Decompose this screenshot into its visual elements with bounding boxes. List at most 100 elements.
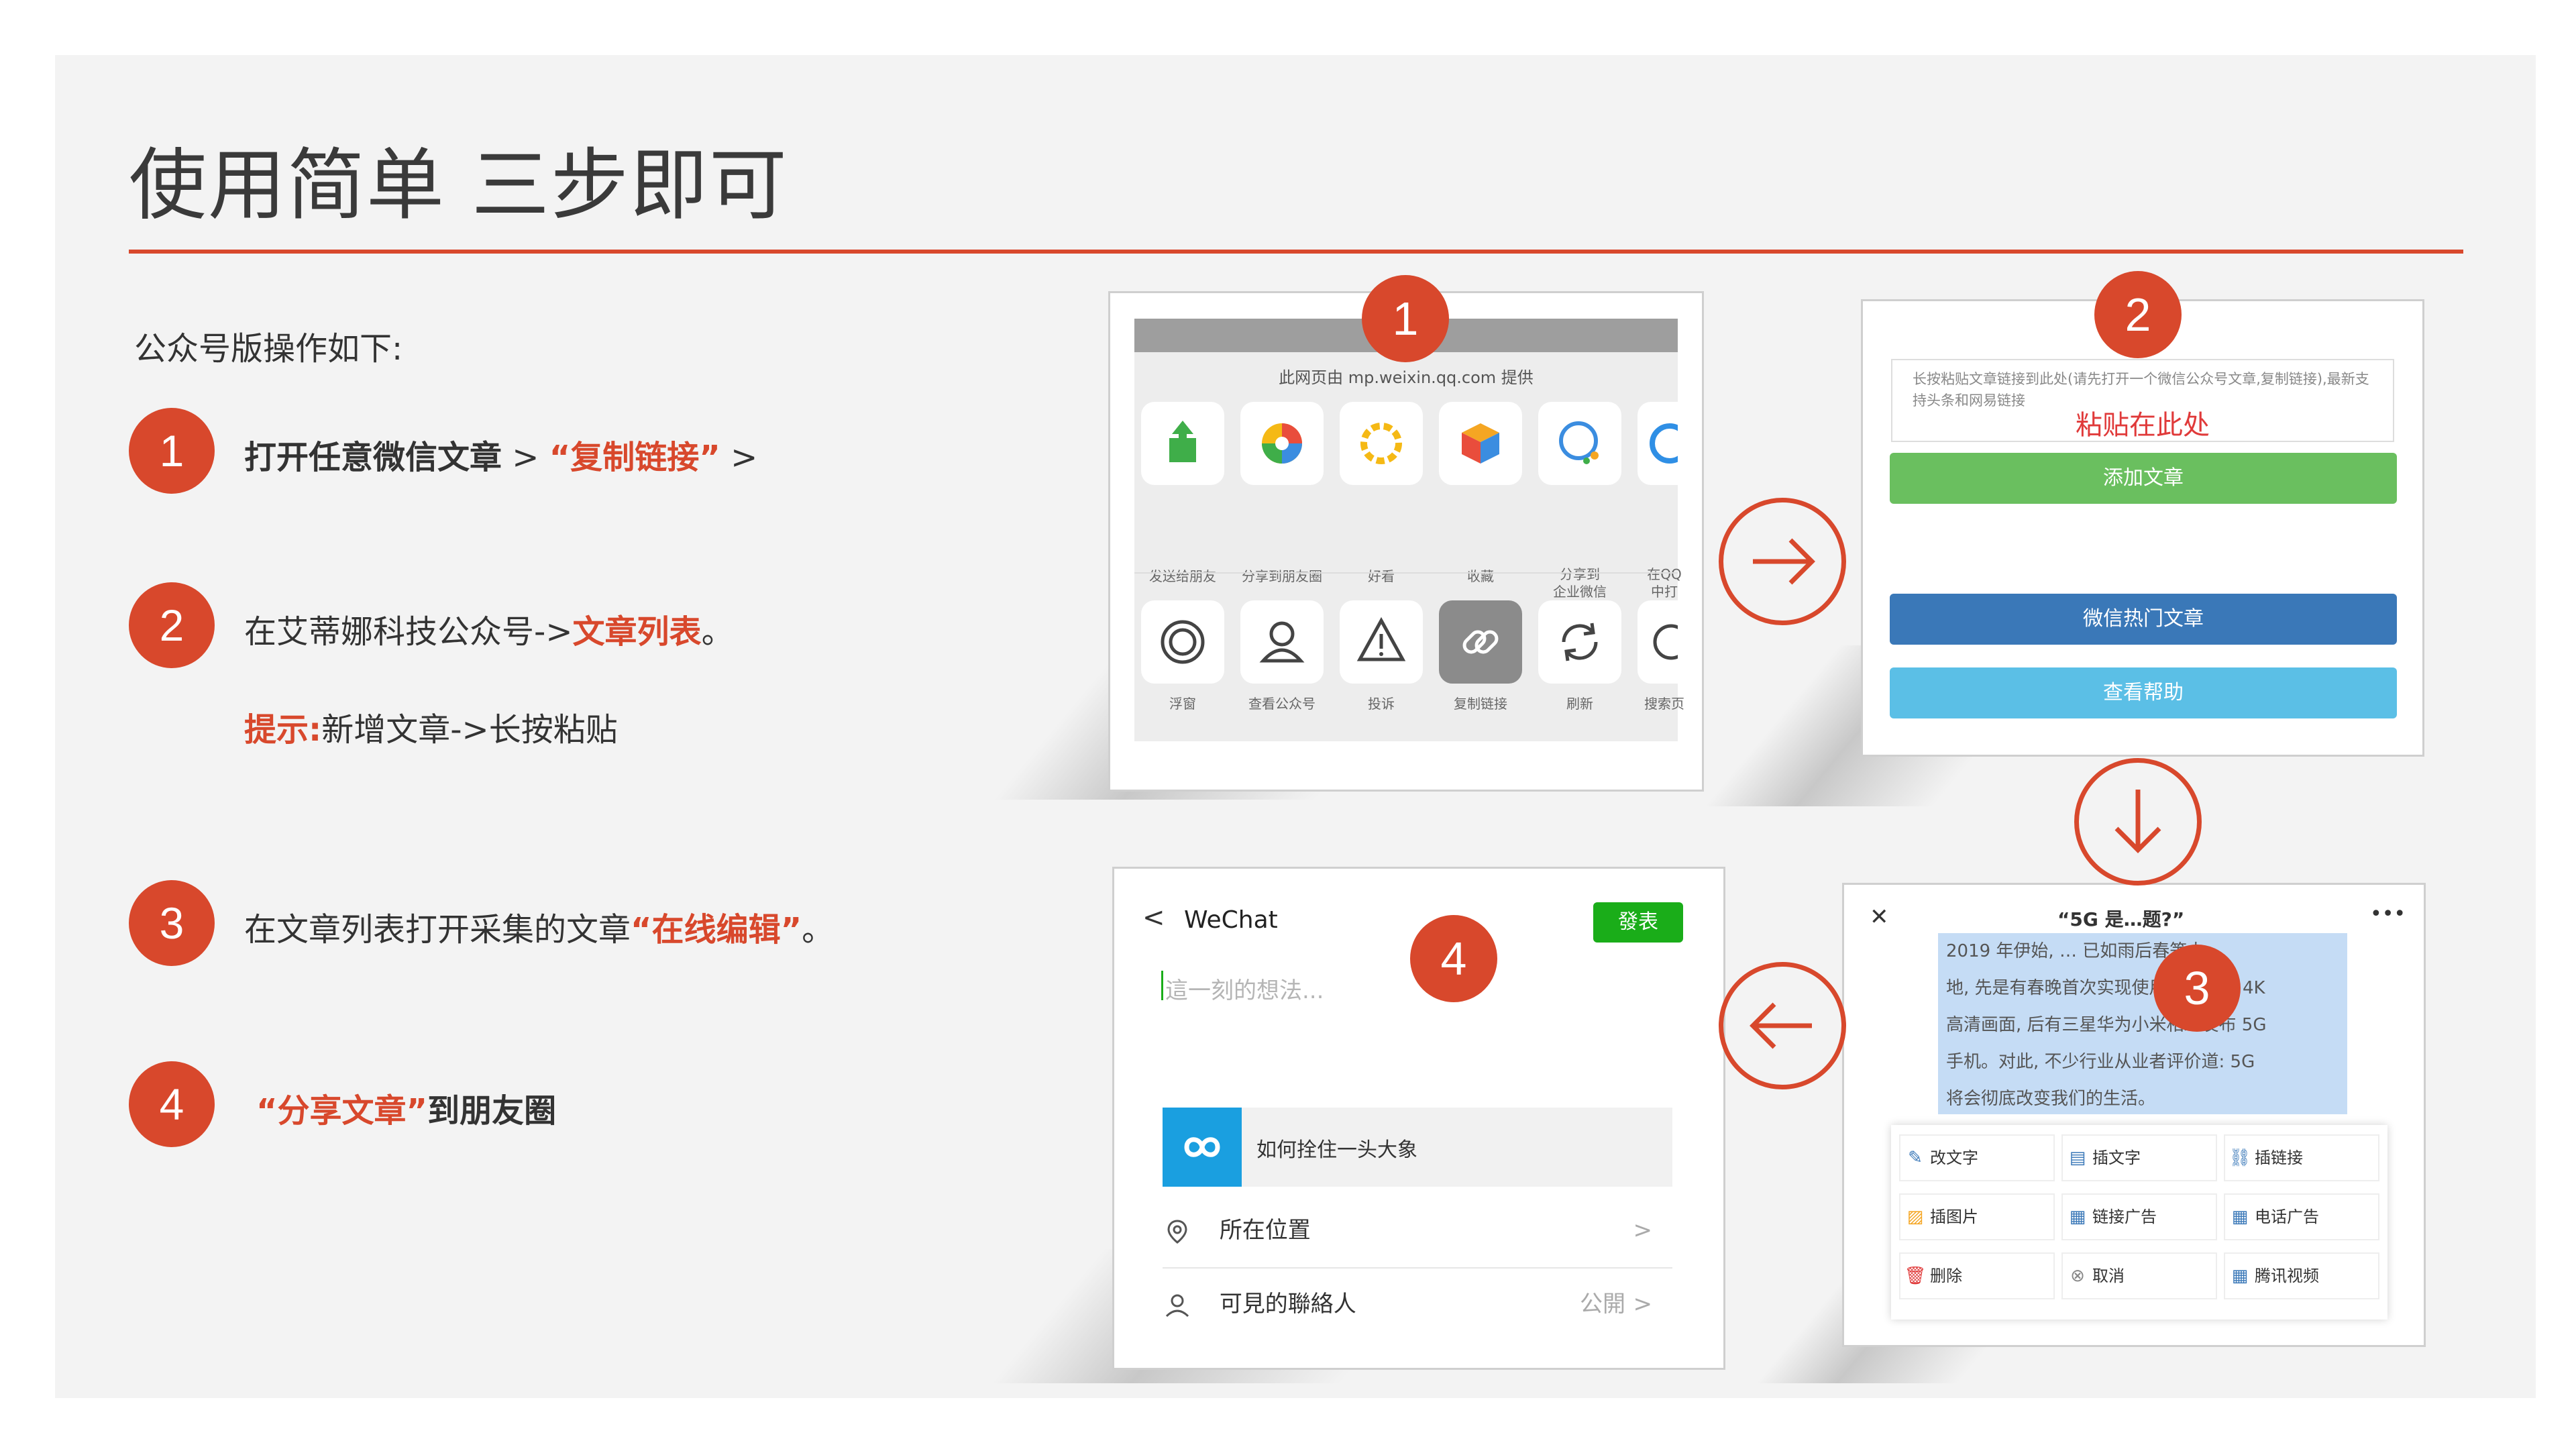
label-search: 搜索页 xyxy=(1644,696,1684,712)
view-account-tile[interactable] xyxy=(1240,600,1324,684)
add-article-button[interactable]: 添加文章 xyxy=(1890,453,2397,504)
back-icon[interactable]: < xyxy=(1142,902,1165,933)
favorite-tile[interactable] xyxy=(1439,402,1522,485)
menu-link-ad[interactable]: ▦ 链接广告 xyxy=(2061,1193,2217,1240)
share-divider xyxy=(1134,572,1678,574)
selected-article-text[interactable]: 2019 年伊始, … 已如雨后春笋大 地, 先是有春晚首次实现使用 5G 传输… xyxy=(1938,933,2347,1114)
step-4-text: “分享文章”到朋友圈 xyxy=(256,1092,557,1130)
arrow-down-circle xyxy=(2074,758,2202,885)
more-icon[interactable]: ••• xyxy=(2370,902,2406,926)
cancel-icon: ⊗ xyxy=(2070,1266,2085,1286)
label-like: 好看 xyxy=(1368,568,1395,584)
arrow-right-circle xyxy=(1719,498,1846,625)
arrow-left-circle xyxy=(1719,962,1846,1089)
card-3-badge: 3 xyxy=(2153,945,2241,1032)
qq-tile[interactable] xyxy=(1638,402,1690,485)
menu-insert-link[interactable]: ⛓ 插链接 xyxy=(2224,1134,2379,1181)
shared-link-card[interactable]: 如何拴住一头大象 xyxy=(1163,1108,1672,1187)
send-to-friend-tile[interactable] xyxy=(1141,402,1224,485)
help-button[interactable]: 查看帮助 xyxy=(1890,667,2397,718)
step-1-text: 打开任意微信文章 > “复制链接” > xyxy=(244,439,758,476)
menu-edit-text[interactable]: ✎ 改文字 xyxy=(1899,1134,2055,1181)
ad-grid-icon: ▦ xyxy=(2069,1207,2086,1227)
source-note: 此网页由 mp.weixin.qq.com 提供 xyxy=(1279,368,1534,387)
arrow-left-icon xyxy=(1750,1002,1812,1049)
label-send-friend: 发送给朋友 xyxy=(1149,568,1216,584)
step-3-number: 3 xyxy=(129,880,215,966)
menu-delete[interactable]: 🗑 删除 xyxy=(1899,1252,2055,1299)
card-2-badge: 2 xyxy=(2094,271,2182,358)
infinity-logo-icon xyxy=(1184,1137,1220,1157)
visibility-value: 公開 xyxy=(1580,1291,1625,1318)
paste-here-label: 粘贴在此处 xyxy=(2076,410,2210,441)
float-window-icon xyxy=(1161,620,1205,664)
card-1-badge: 1 xyxy=(1362,275,1449,362)
menu-phone-ad[interactable]: ▦ 电话广告 xyxy=(2224,1193,2379,1240)
arrow-right-icon xyxy=(1753,538,1815,585)
label-qq: 在QQ 中打 xyxy=(1647,566,1682,600)
moments-tile[interactable] xyxy=(1240,402,1324,485)
cube-icon xyxy=(1462,423,1499,464)
refresh-tile[interactable] xyxy=(1538,600,1621,684)
location-row[interactable]: 所在位置 > xyxy=(1163,1193,1672,1269)
label-report: 投诉 xyxy=(1368,696,1395,712)
edit-icon: ✎ xyxy=(1908,1148,1923,1168)
flower-icon xyxy=(1360,423,1402,464)
intro-text: 公众号版操作如下: xyxy=(134,330,403,368)
close-icon[interactable]: ✕ xyxy=(1870,904,1889,930)
title-divider xyxy=(129,250,2463,254)
publish-button[interactable]: 發表 xyxy=(1593,902,1683,943)
label-view-account: 查看公众号 xyxy=(1248,696,1316,712)
share-green-icon xyxy=(1169,421,1196,462)
menu-insert-text[interactable]: ▤ 插文字 xyxy=(2061,1134,2217,1181)
text-block-icon: ▤ xyxy=(2069,1148,2086,1168)
trash-icon: 🗑 xyxy=(1904,1266,1927,1286)
step-2-number: 2 xyxy=(129,582,215,668)
chevron-right-icon: > xyxy=(1633,1291,1653,1318)
copy-link-tile[interactable] xyxy=(1439,600,1522,684)
slide: 使用简单 三步即可 公众号版操作如下: 1 打开任意微信文章 > “复制链接” … xyxy=(55,55,2536,1398)
menu-tencent-video[interactable]: ▦ 腾讯视频 xyxy=(2224,1252,2379,1299)
aperture-icon xyxy=(1262,423,1302,464)
search-page-tile[interactable] xyxy=(1638,600,1689,684)
step-2-text: 在艾蒂娜科技公众号->文章列表。 xyxy=(244,613,734,651)
visibility-row[interactable]: 可見的聯絡人 公開 > xyxy=(1163,1267,1672,1341)
chat-bubble-icon xyxy=(1559,421,1599,464)
label-float: 浮窗 xyxy=(1169,696,1196,712)
link-title: 如何拴住一头大象 xyxy=(1256,1138,1417,1162)
person-icon xyxy=(1259,621,1305,663)
card-3-edit-panel: ✕ “5G 是…题?” ••• 2019 年伊始, … 已如雨后春笋大 地, 先… xyxy=(1842,883,2426,1347)
menu-insert-image[interactable]: ▨ 插图片 xyxy=(1899,1193,2055,1240)
warning-icon xyxy=(1356,616,1406,661)
card-2-paste-panel: 长按粘贴文章链接到此处(请先打开一个微信公众号文章,复制链接),最新支持头条和网… xyxy=(1861,299,2424,757)
menu-cancel[interactable]: ⊗ 取消 xyxy=(2061,1252,2217,1299)
arrow-down-icon xyxy=(2114,790,2161,853)
edit-menu: ✎ 改文字 ▤ 插文字 ⛓ 插链接 ▨ 插图片 ▦ 链接广告 ▦ 电话广告 🗑 删除 ⊗ 取消 … xyxy=(1891,1125,2387,1320)
text-cursor xyxy=(1161,971,1163,1000)
location-pin-icon xyxy=(1167,1219,1187,1244)
like-tile[interactable] xyxy=(1340,402,1423,485)
card-1-share-panel: 此网页由 mp.weixin.qq.com 提供 发送给朋友 分享到朋友圈 好看… xyxy=(1108,291,1704,792)
wechat-title: WeChat xyxy=(1184,906,1278,934)
card-4-badge: 4 xyxy=(1410,915,1497,1002)
thought-input[interactable]: 這一刻的想法... xyxy=(1165,972,1324,1005)
report-tile[interactable] xyxy=(1340,600,1423,684)
label-copy-link: 复制链接 xyxy=(1454,696,1507,712)
page-title: 使用简单 三步即可 xyxy=(129,140,788,231)
link-icon xyxy=(1462,630,1499,654)
qq-ring-icon xyxy=(1650,423,1690,464)
hot-articles-button[interactable]: 微信热门文章 xyxy=(1890,594,2397,645)
label-moments: 分享到朋友圈 xyxy=(1242,568,1322,584)
step-4-number: 4 xyxy=(129,1061,215,1147)
image-icon: ▨ xyxy=(1907,1207,1924,1227)
work-wechat-tile[interactable] xyxy=(1538,402,1621,485)
float-window-tile[interactable] xyxy=(1141,600,1224,684)
refresh-icon xyxy=(1562,623,1598,661)
chevron-right-icon: > xyxy=(1633,1217,1653,1244)
link-input-box[interactable]: 长按粘贴文章链接到此处(请先打开一个微信公众号文章,复制链接),最新支持头条和网… xyxy=(1891,359,2394,442)
ad-grid-icon: ▦ xyxy=(2231,1207,2249,1227)
tip-text: 提示:新增文章->长按粘贴 xyxy=(244,711,618,749)
step-1-number: 1 xyxy=(129,408,215,494)
step-3-text: 在文章列表打开采集的文章“在线编辑”。 xyxy=(244,911,835,949)
label-favorite: 收藏 xyxy=(1467,568,1494,584)
